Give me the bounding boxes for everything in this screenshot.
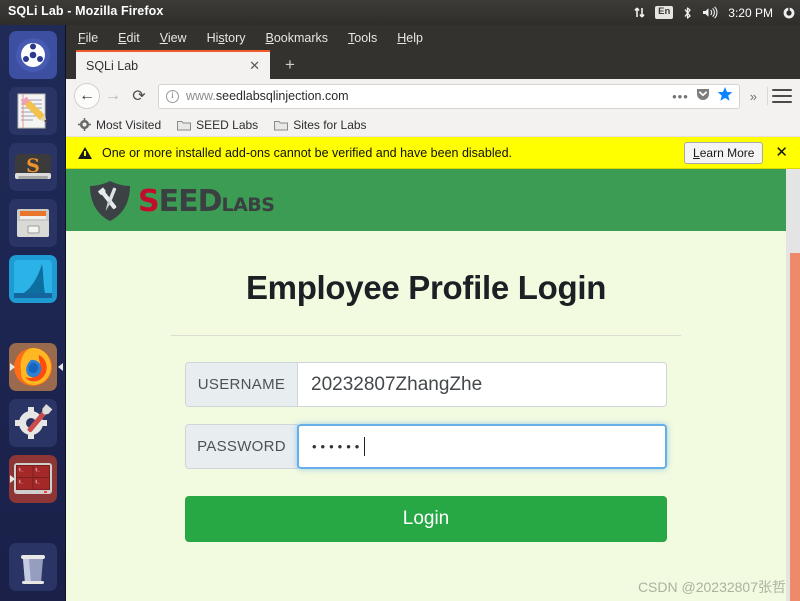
launcher-item-firefox[interactable]	[9, 343, 57, 391]
launcher-item-files[interactable]	[9, 199, 57, 247]
login-button[interactable]: Login	[185, 496, 667, 542]
addon-warning-notification: One or more installed add-ons cannot be …	[66, 137, 800, 169]
firefox-running-indicator-left	[10, 363, 15, 371]
username-label: USERNAME	[185, 362, 298, 407]
menu-bookmarks[interactable]: Bookmarks	[266, 31, 329, 45]
bluetooth-icon[interactable]	[682, 6, 693, 20]
web-page: S EED LABS Employee Profile Login USERNAME…	[66, 169, 800, 601]
volume-icon[interactable]	[702, 6, 719, 19]
launcher-item-text-editor[interactable]	[9, 87, 57, 135]
tab-label: SQLi Lab	[86, 58, 139, 73]
svg-text:$_: $_	[19, 467, 24, 472]
svg-text:S: S	[26, 155, 40, 177]
launcher-item-trash[interactable]	[9, 543, 57, 591]
folder-icon	[177, 120, 192, 130]
launcher-item-terminal[interactable]: $_ $_ $_ $_	[9, 455, 57, 503]
terminal-running-indicator	[10, 475, 15, 483]
watermark: CSDN @20232807张哲	[637, 579, 786, 595]
bookmark-sites-for-labs[interactable]: Sites for Labs	[274, 117, 367, 132]
bookmark-label: SEED Labs	[196, 117, 259, 132]
username-input[interactable]: 20232807ZhangZhe	[298, 362, 667, 407]
ubuntu-top-panel: SQLi Lab - Mozilla Firefox En 3:20 PM	[0, 0, 800, 25]
username-group: USERNAME 20232807ZhangZhe	[185, 362, 667, 407]
password-group: PASSWORD ••••••	[185, 424, 667, 469]
menu-edit[interactable]: Edit	[118, 31, 140, 45]
bookmark-seed-labs[interactable]: SEED Labs	[177, 118, 258, 132]
login-form: USERNAME 20232807ZhangZhe PASSWORD •••••…	[185, 362, 667, 469]
launcher-item-settings[interactable]	[9, 399, 57, 447]
launcher-item-ubuntu-dash[interactable]	[9, 31, 57, 79]
logo-seed-s: S	[138, 183, 160, 219]
launcher-item-sublime-text[interactable]: S	[9, 143, 57, 191]
overflow-icon[interactable]: »	[746, 89, 761, 104]
url-actions: •••	[672, 86, 735, 107]
seed-labs-logo: S EED LABS	[86, 179, 275, 223]
close-icon[interactable]: ✕	[245, 59, 264, 72]
url-text: www.seedlabsqlinjection.com	[186, 89, 349, 103]
password-label: PASSWORD	[185, 424, 298, 469]
menu-help[interactable]: Help	[397, 31, 423, 45]
site-info-icon[interactable]: i	[166, 89, 179, 103]
clock[interactable]: 3:20 PM	[728, 6, 773, 20]
page-title: Employee Profile Login	[245, 269, 607, 306]
title-divider	[171, 335, 681, 336]
firefox-window: File Edit View History Bookmarks Tools H…	[66, 25, 800, 601]
pocket-icon[interactable]	[695, 86, 711, 107]
bookmark-star-icon[interactable]	[717, 86, 733, 107]
warning-icon	[78, 146, 92, 159]
app-menu-icon[interactable]	[772, 89, 792, 103]
bookmark-most-visited[interactable]: Most Visited	[78, 118, 161, 132]
navigation-toolbar: ← → ⟳ i www.seedlabsqlinjection.com ••• …	[66, 79, 800, 113]
page-body: Employee Profile Login USERNAME 20232807…	[66, 231, 786, 601]
tab-sqli-lab[interactable]: SQLi Lab ✕	[76, 50, 270, 79]
system-tray: En 3:20 PM	[633, 0, 796, 25]
keyboard-layout-indicator[interactable]: En	[655, 6, 674, 19]
star-settings-icon	[78, 118, 91, 131]
password-input[interactable]: ••••••	[297, 424, 667, 469]
svg-text:$_: $_	[35, 467, 40, 472]
notification-message: One or more installed add-ons cannot be …	[102, 145, 512, 160]
screen: SQLi Lab - Mozilla Firefox En 3:20 PM S …	[0, 0, 800, 601]
folder-icon	[274, 120, 289, 130]
password-mask: ••••••	[312, 439, 364, 454]
bookmark-label: Most Visited	[96, 117, 162, 132]
logo-seed-rest: EED	[158, 183, 223, 219]
launcher-item-wireshark[interactable]	[9, 255, 57, 303]
new-tab-button[interactable]: +	[279, 54, 301, 76]
firefox-focus-indicator-right	[58, 363, 63, 371]
page-actions-icon[interactable]: •••	[672, 90, 689, 103]
menu-file[interactable]: File	[78, 31, 98, 45]
network-up-down-icon[interactable]	[633, 6, 646, 19]
unity-launcher: S $_ $_ $_ $_	[0, 25, 66, 601]
learn-more-button[interactable]: Learn More	[684, 141, 764, 164]
menu-bar: File Edit View History Bookmarks Tools H…	[66, 25, 800, 50]
gear-power-icon[interactable]	[782, 6, 796, 20]
page-scrollbar-thumb[interactable]	[790, 253, 800, 601]
tab-strip: SQLi Lab ✕ +	[66, 50, 800, 79]
back-icon[interactable]: ←	[74, 83, 100, 109]
svg-text:$_: $_	[19, 479, 24, 484]
menu-tools[interactable]: Tools	[348, 31, 377, 45]
bookmark-label: Sites for Labs	[293, 117, 367, 132]
site-header: S EED LABS	[66, 169, 786, 231]
url-bar[interactable]: i www.seedlabsqlinjection.com •••	[158, 83, 740, 109]
toolbar-divider	[767, 87, 768, 105]
menu-history[interactable]: History	[207, 31, 246, 45]
reload-icon[interactable]: ⟳	[126, 83, 152, 109]
svg-text:$_: $_	[35, 479, 40, 484]
logo-labs: LABS	[221, 193, 275, 216]
shield-icon	[90, 181, 130, 221]
page-scrollbar-track[interactable]	[786, 169, 800, 601]
logo-wordmark: S EED LABS	[138, 183, 275, 219]
notification-close-icon[interactable]: ✕	[771, 145, 792, 160]
bookmarks-toolbar: Most Visited SEED Labs Sites for Labs	[66, 113, 800, 137]
window-title: SQLi Lab - Mozilla Firefox	[8, 4, 164, 18]
forward-icon[interactable]: →	[100, 83, 126, 109]
text-caret	[364, 437, 366, 456]
menu-view[interactable]: View	[160, 31, 187, 45]
